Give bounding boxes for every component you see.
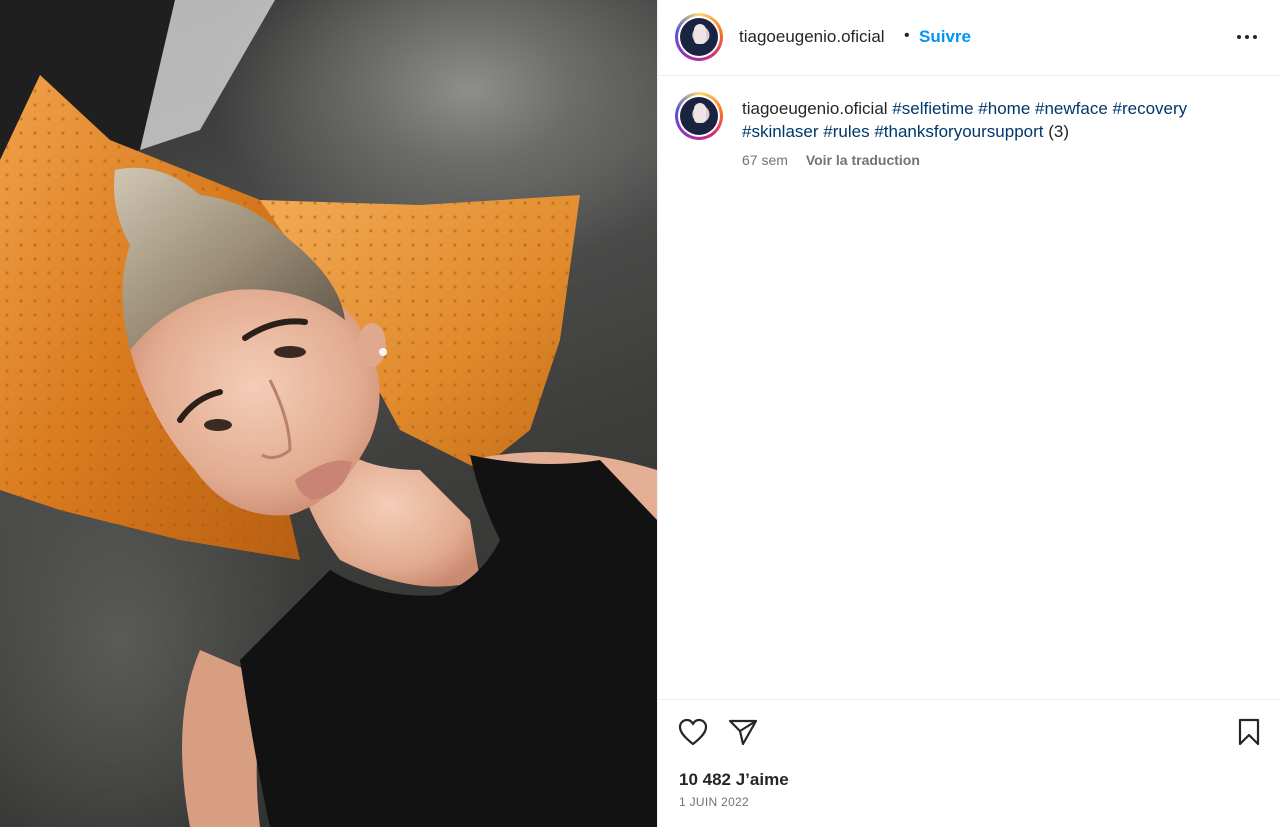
follow-button[interactable]: Suivre (919, 27, 971, 47)
caption-username-link[interactable]: tiagoeugenio.oficial (742, 99, 888, 118)
caption-avatar[interactable] (675, 92, 723, 140)
heart-icon[interactable] (678, 718, 708, 751)
header-username-link[interactable]: tiagoeugenio.oficial (739, 27, 885, 47)
post-date[interactable]: 1 JUIN 2022 (679, 795, 749, 809)
post-caption: tiagoeugenio.oficial #selfietime #home #… (742, 97, 1242, 143)
hashtag-link[interactable]: #skinlaser (742, 122, 819, 141)
hashtag-link[interactable]: #selfietime (892, 99, 973, 118)
bookmark-icon[interactable] (1236, 718, 1262, 751)
see-translation-button[interactable]: Voir la traduction (806, 152, 920, 168)
hashtag-link[interactable]: #newface (1035, 99, 1108, 118)
post-photo (0, 0, 657, 827)
selfie-illustration (0, 0, 657, 827)
caption-suffix: (3) (1048, 122, 1069, 141)
hashtag-link[interactable]: #rules (823, 122, 869, 141)
caption-meta: 67 sem Voir la traduction (742, 152, 920, 168)
hashtag-link[interactable]: #home (978, 99, 1030, 118)
time-ago[interactable]: 67 sem (742, 152, 788, 168)
avatar[interactable] (675, 13, 723, 61)
post-header: tiagoeugenio.oficial • Suivre (658, 0, 1280, 76)
post-actions: 10 482 J’aime 1 JUIN 2022 (658, 699, 1280, 827)
send-icon[interactable] (728, 718, 758, 751)
hashtag-link[interactable]: #recovery (1113, 99, 1188, 118)
header-separator: • (904, 27, 910, 44)
more-horizontal-icon[interactable] (1236, 28, 1258, 46)
post-details-panel: tiagoeugenio.oficial • Suivre tiagoeugen… (657, 0, 1281, 827)
hashtag-link[interactable]: #thanksforyoursupport (874, 122, 1043, 141)
likes-count[interactable]: 10 482 J’aime (679, 770, 789, 790)
